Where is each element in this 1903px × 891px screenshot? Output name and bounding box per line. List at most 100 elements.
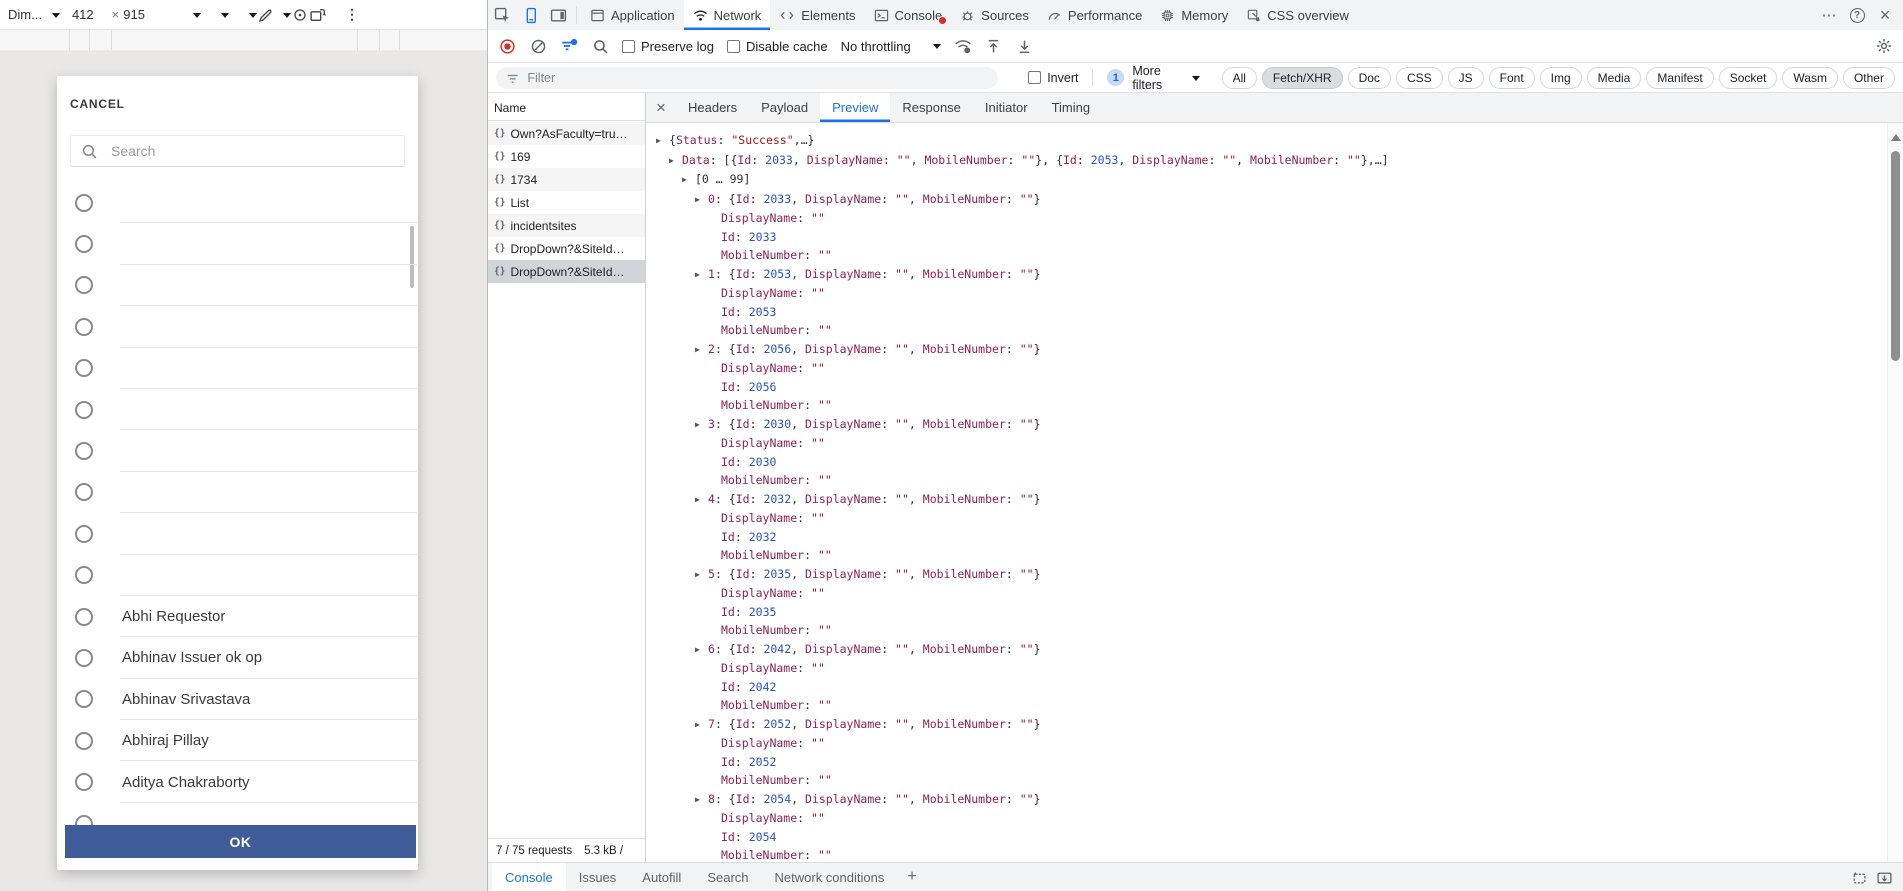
invert-checkbox[interactable]: Invert bbox=[1028, 71, 1078, 85]
more-options-kebab-icon[interactable]: ⋮ bbox=[345, 6, 359, 23]
more-tools-icon[interactable]: ⋯ bbox=[1817, 3, 1841, 27]
chip-font[interactable]: Font bbox=[1489, 67, 1535, 89]
search-input[interactable] bbox=[111, 143, 394, 159]
radio-button-icon[interactable] bbox=[75, 649, 93, 667]
disclosure-triangle-icon[interactable]: ▶ bbox=[695, 341, 708, 360]
drawer-tab-issues[interactable]: Issues bbox=[566, 863, 630, 891]
table-row[interactable]: {}Own?AsFaculty=tru… bbox=[488, 122, 645, 145]
inspect-element-icon[interactable] bbox=[488, 0, 516, 30]
drawer-tab-network-conditions[interactable]: Network conditions bbox=[762, 863, 898, 891]
person-option[interactable]: Aditya Chakraborty bbox=[57, 761, 418, 802]
tab-application[interactable]: Application bbox=[581, 0, 684, 30]
radio-button-icon[interactable] bbox=[75, 194, 93, 212]
chip-css[interactable]: CSS bbox=[1396, 67, 1443, 89]
tab-console[interactable]: Console bbox=[865, 0, 952, 30]
tab-sources[interactable]: Sources bbox=[951, 0, 1038, 30]
scroll-up-arrow-icon[interactable] bbox=[1891, 129, 1901, 141]
person-option-empty[interactable] bbox=[57, 306, 418, 347]
dimensions-select[interactable]: Dim... bbox=[8, 7, 60, 22]
more-filters-select[interactable]: More filters bbox=[1132, 64, 1199, 92]
disclosure-triangle-icon[interactable]: ▶ bbox=[695, 641, 708, 660]
disable-cache-checkbox[interactable]: Disable cache bbox=[727, 39, 828, 54]
close-detail-icon[interactable]: × bbox=[646, 93, 676, 122]
chip-doc[interactable]: Doc bbox=[1348, 67, 1391, 89]
filter-input-pill[interactable] bbox=[496, 67, 998, 89]
person-option-empty[interactable] bbox=[57, 513, 418, 554]
network-conditions-icon[interactable] bbox=[954, 37, 972, 55]
throttling-select[interactable]: No throttling bbox=[841, 39, 941, 54]
table-row[interactable]: {}1734 bbox=[488, 168, 645, 191]
person-option-empty[interactable] bbox=[57, 803, 418, 825]
radio-button-icon[interactable] bbox=[75, 235, 93, 253]
person-option-empty[interactable] bbox=[57, 430, 418, 471]
zoom-select-chevron-icon[interactable] bbox=[193, 13, 201, 22]
disclosure-triangle-icon[interactable]: ▶ bbox=[656, 132, 669, 151]
dropdown-chevron-icon[interactable] bbox=[249, 13, 257, 22]
chip-wasm[interactable]: Wasm bbox=[1782, 67, 1838, 89]
chip-js[interactable]: JS bbox=[1448, 67, 1484, 89]
chip-fetch-xhr[interactable]: Fetch/XHR bbox=[1262, 67, 1343, 89]
radio-button-icon[interactable] bbox=[75, 773, 93, 791]
disclosure-triangle-icon[interactable]: ▶ bbox=[695, 716, 708, 735]
tab-css-overview[interactable]: CSS overview bbox=[1237, 0, 1358, 30]
tab-timing[interactable]: Timing bbox=[1040, 93, 1103, 122]
tab-payload[interactable]: Payload bbox=[749, 93, 820, 122]
expand-drawer-icon[interactable] bbox=[1876, 869, 1893, 886]
preview-scrollbar[interactable] bbox=[1887, 123, 1903, 862]
table-row[interactable]: {}DropDown?&SiteId… bbox=[488, 260, 645, 283]
drawer-tab-search[interactable]: Search bbox=[694, 863, 761, 891]
disclosure-triangle-icon[interactable]: ▶ bbox=[695, 416, 708, 435]
disclosure-triangle-icon[interactable]: ▶ bbox=[669, 152, 682, 171]
tab-memory[interactable]: Memory bbox=[1151, 0, 1237, 30]
chip-img[interactable]: Img bbox=[1540, 67, 1582, 89]
person-option[interactable]: Abhinav Issuer ok op bbox=[57, 637, 418, 678]
disclosure-triangle-icon[interactable]: ▶ bbox=[682, 171, 695, 190]
search-box[interactable] bbox=[70, 135, 405, 167]
radio-button-icon[interactable] bbox=[75, 815, 93, 825]
radio-button-icon[interactable] bbox=[75, 525, 93, 543]
table-row[interactable]: {}incidentsites bbox=[488, 214, 645, 237]
disclosure-triangle-icon[interactable]: ▶ bbox=[695, 191, 708, 210]
target-icon[interactable] bbox=[291, 6, 309, 24]
rotate-device-icon[interactable] bbox=[309, 6, 327, 24]
tab-performance[interactable]: Performance bbox=[1038, 0, 1151, 30]
scrollbar-thumb[interactable] bbox=[1891, 151, 1900, 361]
person-option-empty[interactable] bbox=[57, 223, 418, 264]
tab-headers[interactable]: Headers bbox=[676, 93, 749, 122]
search-network-icon[interactable] bbox=[591, 37, 609, 55]
requests-name-header[interactable]: Name bbox=[488, 93, 645, 121]
export-har-icon[interactable] bbox=[1016, 37, 1034, 55]
radio-button-icon[interactable] bbox=[75, 566, 93, 584]
tab-network[interactable]: Network bbox=[684, 0, 771, 30]
checkbox-icon[interactable] bbox=[1028, 71, 1041, 84]
clear-network-log-icon[interactable] bbox=[529, 37, 547, 55]
chip-manifest[interactable]: Manifest bbox=[1646, 67, 1713, 89]
record-network-log-icon[interactable] bbox=[498, 37, 516, 55]
add-drawer-tab-icon[interactable]: + bbox=[897, 863, 926, 891]
person-option-empty[interactable] bbox=[57, 555, 418, 596]
person-option[interactable]: Abhi Requestor bbox=[57, 596, 418, 637]
disclosure-triangle-icon[interactable]: ▶ bbox=[695, 566, 708, 585]
table-row[interactable]: {}DropDown?&SiteId… bbox=[488, 237, 645, 260]
chip-other[interactable]: Other bbox=[1843, 67, 1895, 89]
checkbox-icon[interactable] bbox=[622, 40, 635, 53]
disclosure-triangle-icon[interactable]: ▶ bbox=[695, 491, 708, 510]
person-option-empty[interactable] bbox=[57, 182, 418, 223]
filter-input[interactable] bbox=[527, 71, 988, 85]
radio-button-icon[interactable] bbox=[75, 318, 93, 336]
tab-response[interactable]: Response bbox=[890, 93, 973, 122]
dropdown-chevron-icon[interactable] bbox=[283, 13, 291, 22]
preserve-log-checkbox[interactable]: Preserve log bbox=[622, 39, 714, 54]
filter-toggle-icon[interactable] bbox=[560, 37, 578, 55]
help-icon[interactable]: ? bbox=[1845, 3, 1869, 27]
radio-button-icon[interactable] bbox=[75, 401, 93, 419]
radio-button-icon[interactable] bbox=[75, 608, 93, 626]
tab-preview[interactable]: Preview bbox=[820, 93, 890, 122]
person-option-empty[interactable] bbox=[57, 472, 418, 513]
radio-button-icon[interactable] bbox=[75, 690, 93, 708]
radio-button-icon[interactable] bbox=[75, 359, 93, 377]
viewport-height-input[interactable]: 915 bbox=[123, 7, 145, 22]
tab-initiator[interactable]: Initiator bbox=[973, 93, 1040, 122]
chip-media[interactable]: Media bbox=[1587, 67, 1642, 89]
radio-button-icon[interactable] bbox=[75, 442, 93, 460]
